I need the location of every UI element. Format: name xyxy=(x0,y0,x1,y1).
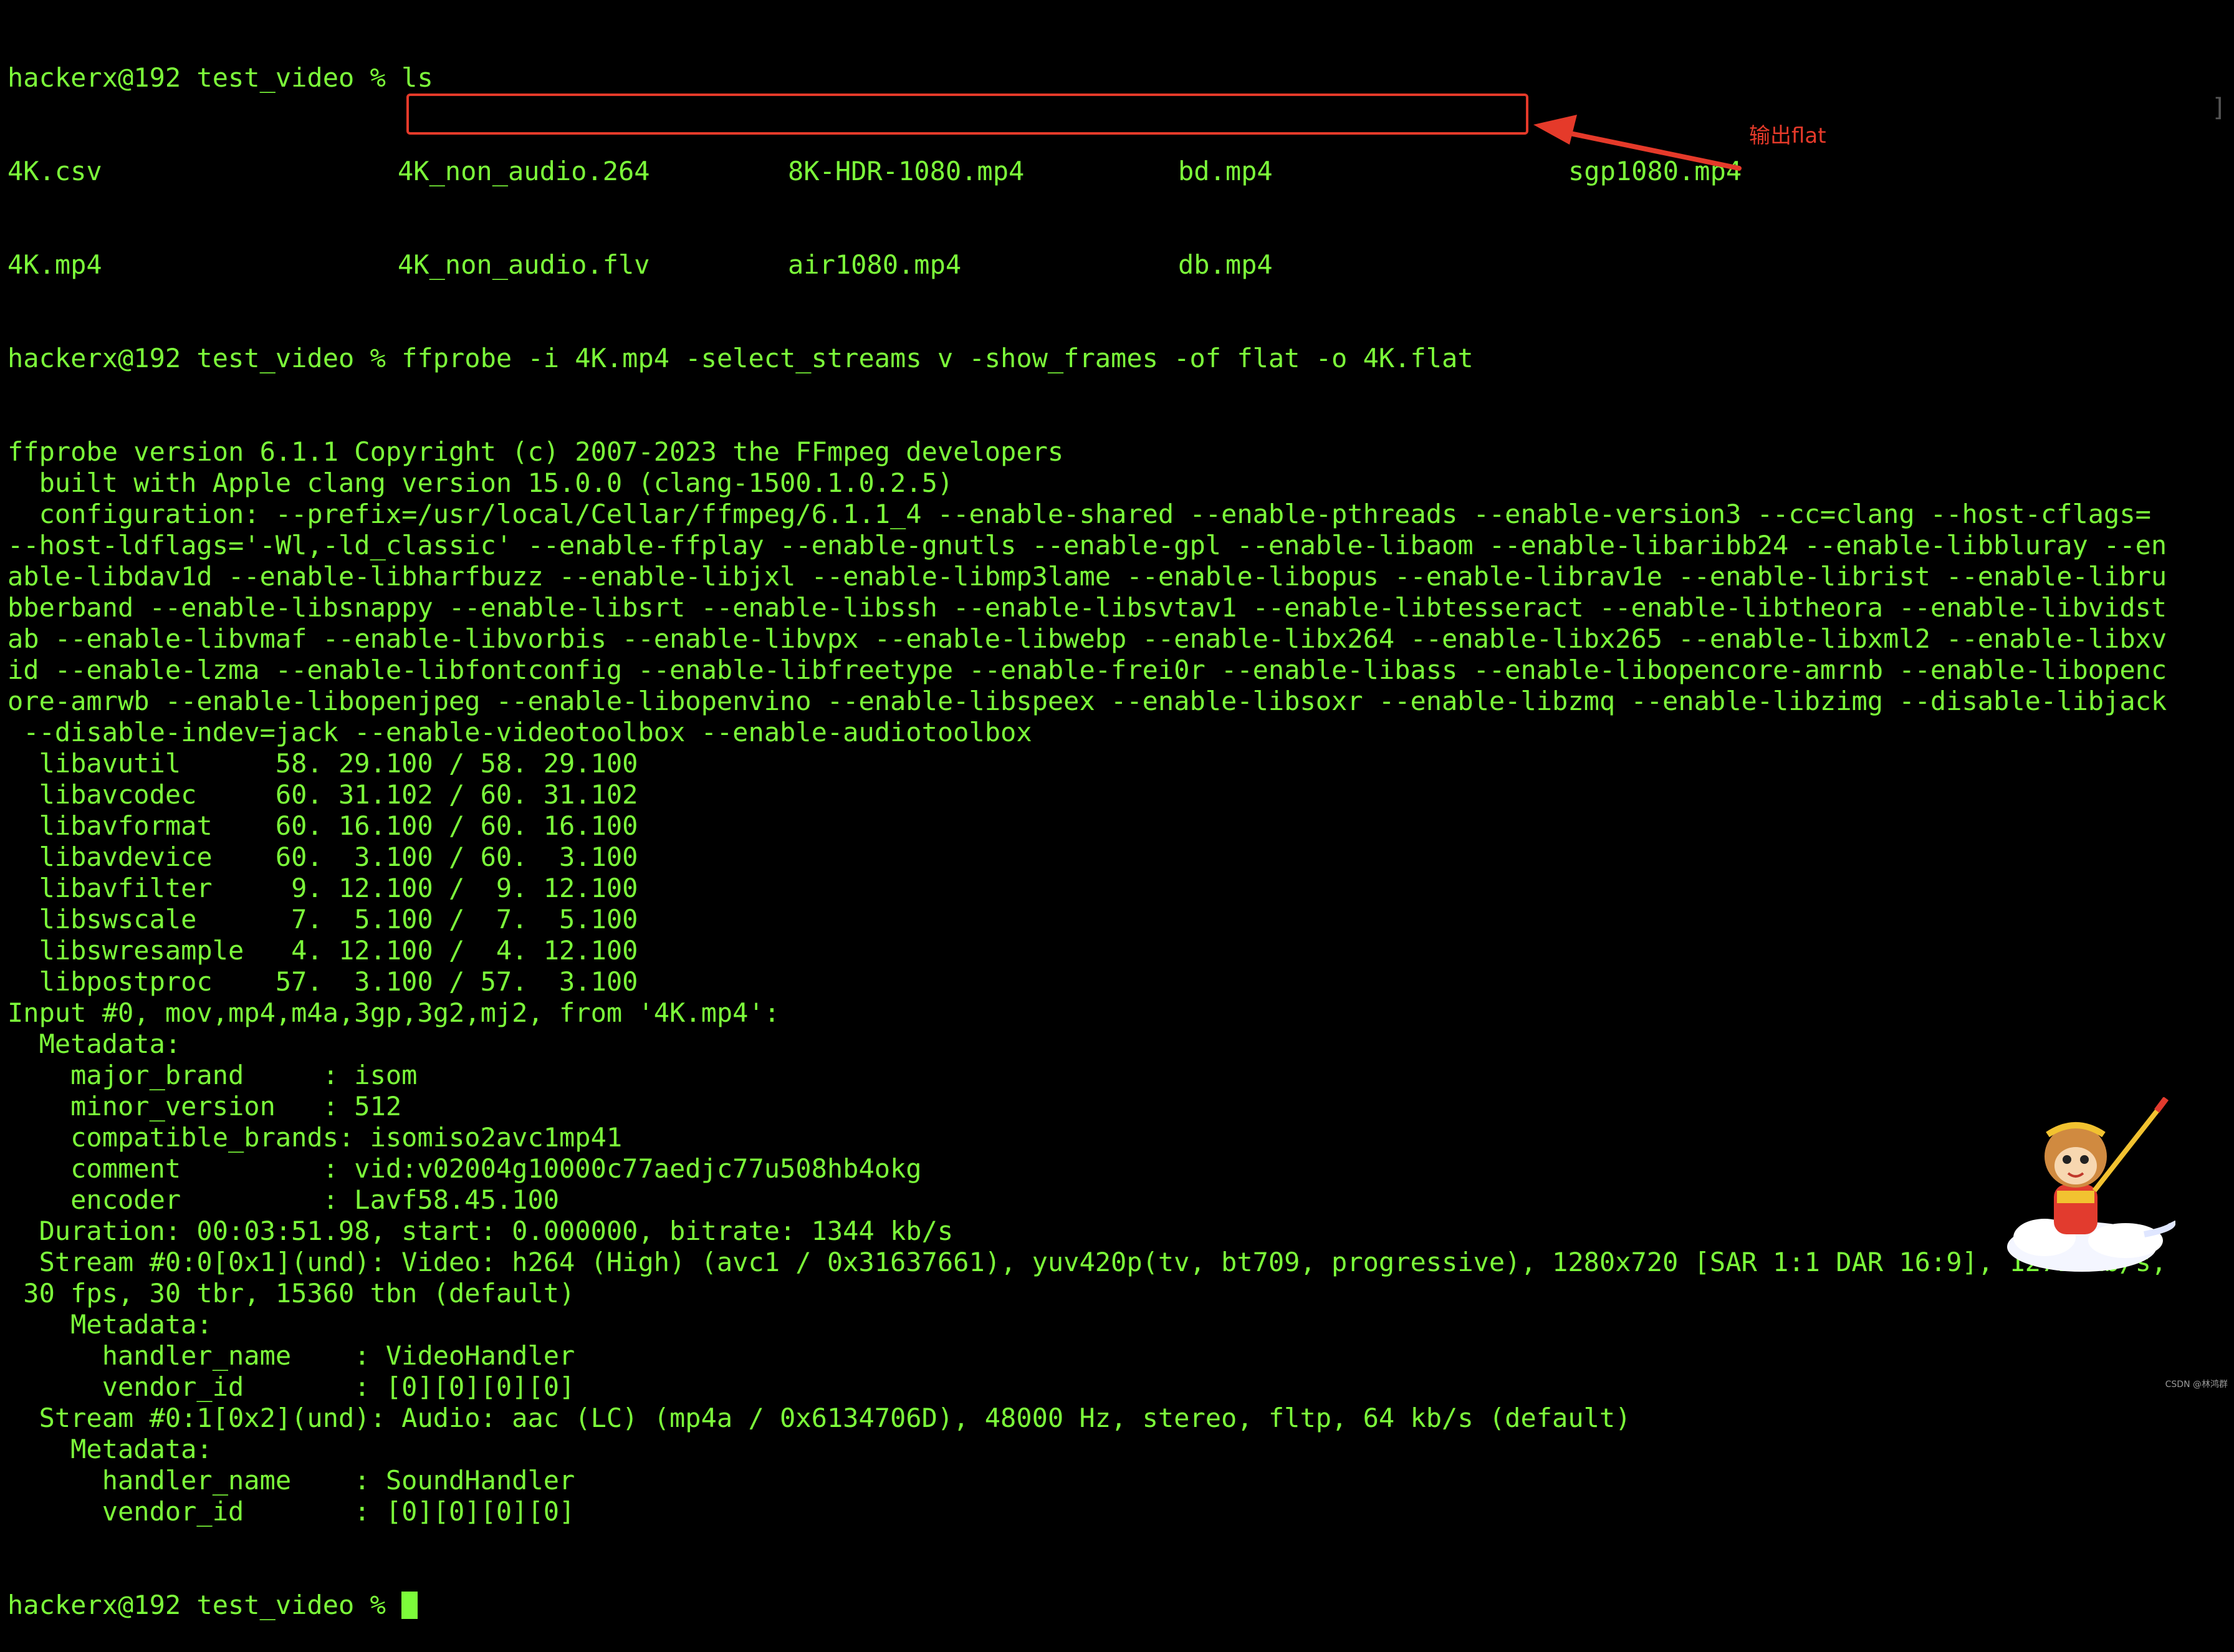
ffprobe-command: ffprobe -i 4K.mp4 -select_streams v -sho… xyxy=(401,343,1474,373)
scroll-edge-marker: ] xyxy=(2211,94,2227,122)
output-line: built with Apple clang version 15.0.0 (c… xyxy=(7,468,954,498)
output-line: id --enable-lzma --enable-libfontconfig … xyxy=(7,655,2167,685)
command-output: ffprobe version 6.1.1 Copyright (c) 2007… xyxy=(7,436,2167,1527)
output-line: able-libdav1d --enable-libharfbuzz --ena… xyxy=(7,561,2167,592)
output-line: ore-amrwb --enable-libopenjpeg --enable-… xyxy=(7,686,2167,716)
output-line: libswscale 7. 5.100 / 7. 5.100 xyxy=(7,904,638,934)
prompt: hackerx@192 test_video % xyxy=(7,343,402,373)
file-entry: 4K_non_audio.264 xyxy=(398,156,650,186)
output-line: Stream #0:1[0x2](und): Audio: aac (LC) (… xyxy=(7,1403,1631,1433)
output-line: Input #0, mov,mp4,m4a,3gp,3g2,mj2, from … xyxy=(7,997,780,1028)
output-line: libpostproc 57. 3.100 / 57. 3.100 xyxy=(7,966,638,997)
watermark: CSDN @林鸿群 xyxy=(2165,1380,2228,1390)
file-entry: air1080.mp4 xyxy=(788,249,962,280)
terminal-output[interactable]: hackerx@192 test_video % ls 4K.csv 4K_non… xyxy=(7,0,2167,1652)
output-line: libswresample 4. 12.100 / 4. 12.100 xyxy=(7,935,638,966)
output-line: libavutil 58. 29.100 / 58. 29.100 xyxy=(7,748,638,779)
annotation-arrow-icon xyxy=(1533,115,1742,171)
file-entry: bd.mp4 xyxy=(1178,156,1273,186)
output-line: encoder : Lavf58.45.100 xyxy=(7,1184,560,1215)
prompt: hackerx@192 test_video % xyxy=(7,1590,402,1620)
file-entry: 4K.mp4 xyxy=(7,249,102,280)
output-line: vendor_id : [0][0][0][0] xyxy=(7,1371,575,1402)
prompt-line-ffprobe: hackerx@192 test_video % ffprobe -i 4K.m… xyxy=(7,343,2167,374)
ls-row: 4K.mp4 4K_non_audio.flv air1080.mp4 db.mp4 xyxy=(7,249,2167,281)
command-highlight-box xyxy=(406,94,1528,135)
output-line: Stream #0:0[0x1](und): Video: h264 (High… xyxy=(7,1247,2167,1277)
output-line: vendor_id : [0][0][0][0] xyxy=(7,1496,575,1527)
output-line: bberband --enable-libsnappy --enable-lib… xyxy=(7,592,2167,623)
annotation-label: 输出flat xyxy=(1749,123,1826,148)
output-line: handler_name : VideoHandler xyxy=(7,1340,575,1371)
output-line: libavcodec 60. 31.102 / 60. 31.102 xyxy=(7,779,638,810)
output-line: ab --enable-libvmaf --enable-libvorbis -… xyxy=(7,623,2167,654)
output-line: libavdevice 60. 3.100 / 60. 3.100 xyxy=(7,842,638,872)
output-line: configuration: --prefix=/usr/local/Cella… xyxy=(7,499,2151,529)
monkey-king-mascot-icon xyxy=(2007,1097,2175,1272)
file-entry: 4K.csv xyxy=(7,156,102,186)
output-line: comment : vid:v02004g10000c77aedjc77u508… xyxy=(7,1153,922,1184)
output-line: --host-ldflags='-Wl,-ld_classic' --enabl… xyxy=(7,530,2167,560)
output-line: minor_version : 512 xyxy=(7,1091,402,1121)
output-line: libavfilter 9. 12.100 / 9. 12.100 xyxy=(7,873,638,903)
file-entry: 4K_non_audio.flv xyxy=(398,249,650,280)
output-line: 30 fps, 30 tbr, 15360 tbn (default) xyxy=(7,1278,575,1309)
file-entry: db.mp4 xyxy=(1178,249,1273,280)
output-line: Metadata: xyxy=(7,1434,213,1464)
command-text: ls xyxy=(401,62,433,93)
prompt-line-ls: hackerx@192 test_video % ls xyxy=(7,62,2167,94)
output-line: libavformat 60. 16.100 / 60. 16.100 xyxy=(7,810,638,841)
output-line: handler_name : SoundHandler xyxy=(7,1465,575,1496)
ls-row: 4K.csv 4K_non_audio.264 8K-HDR-1080.mp4 bd.… xyxy=(7,156,2167,187)
prompt: hackerx@192 test_video % xyxy=(7,62,402,93)
output-line: major_brand : isom xyxy=(7,1060,418,1090)
prompt-line-current[interactable]: hackerx@192 test_video % xyxy=(7,1590,2167,1621)
output-line: ffprobe version 6.1.1 Copyright (c) 2007… xyxy=(7,436,1064,467)
output-line: compatible_brands: isomiso2avc1mp41 xyxy=(7,1122,623,1153)
output-line: --disable-indev=jack --enable-videotoolb… xyxy=(7,717,1032,747)
output-line: Duration: 00:03:51.98, start: 0.000000, … xyxy=(7,1216,954,1246)
file-entry: 8K-HDR-1080.mp4 xyxy=(788,156,1025,186)
text-cursor xyxy=(401,1592,418,1619)
output-line: Metadata: xyxy=(7,1309,213,1340)
output-line: Metadata: xyxy=(7,1029,181,1059)
